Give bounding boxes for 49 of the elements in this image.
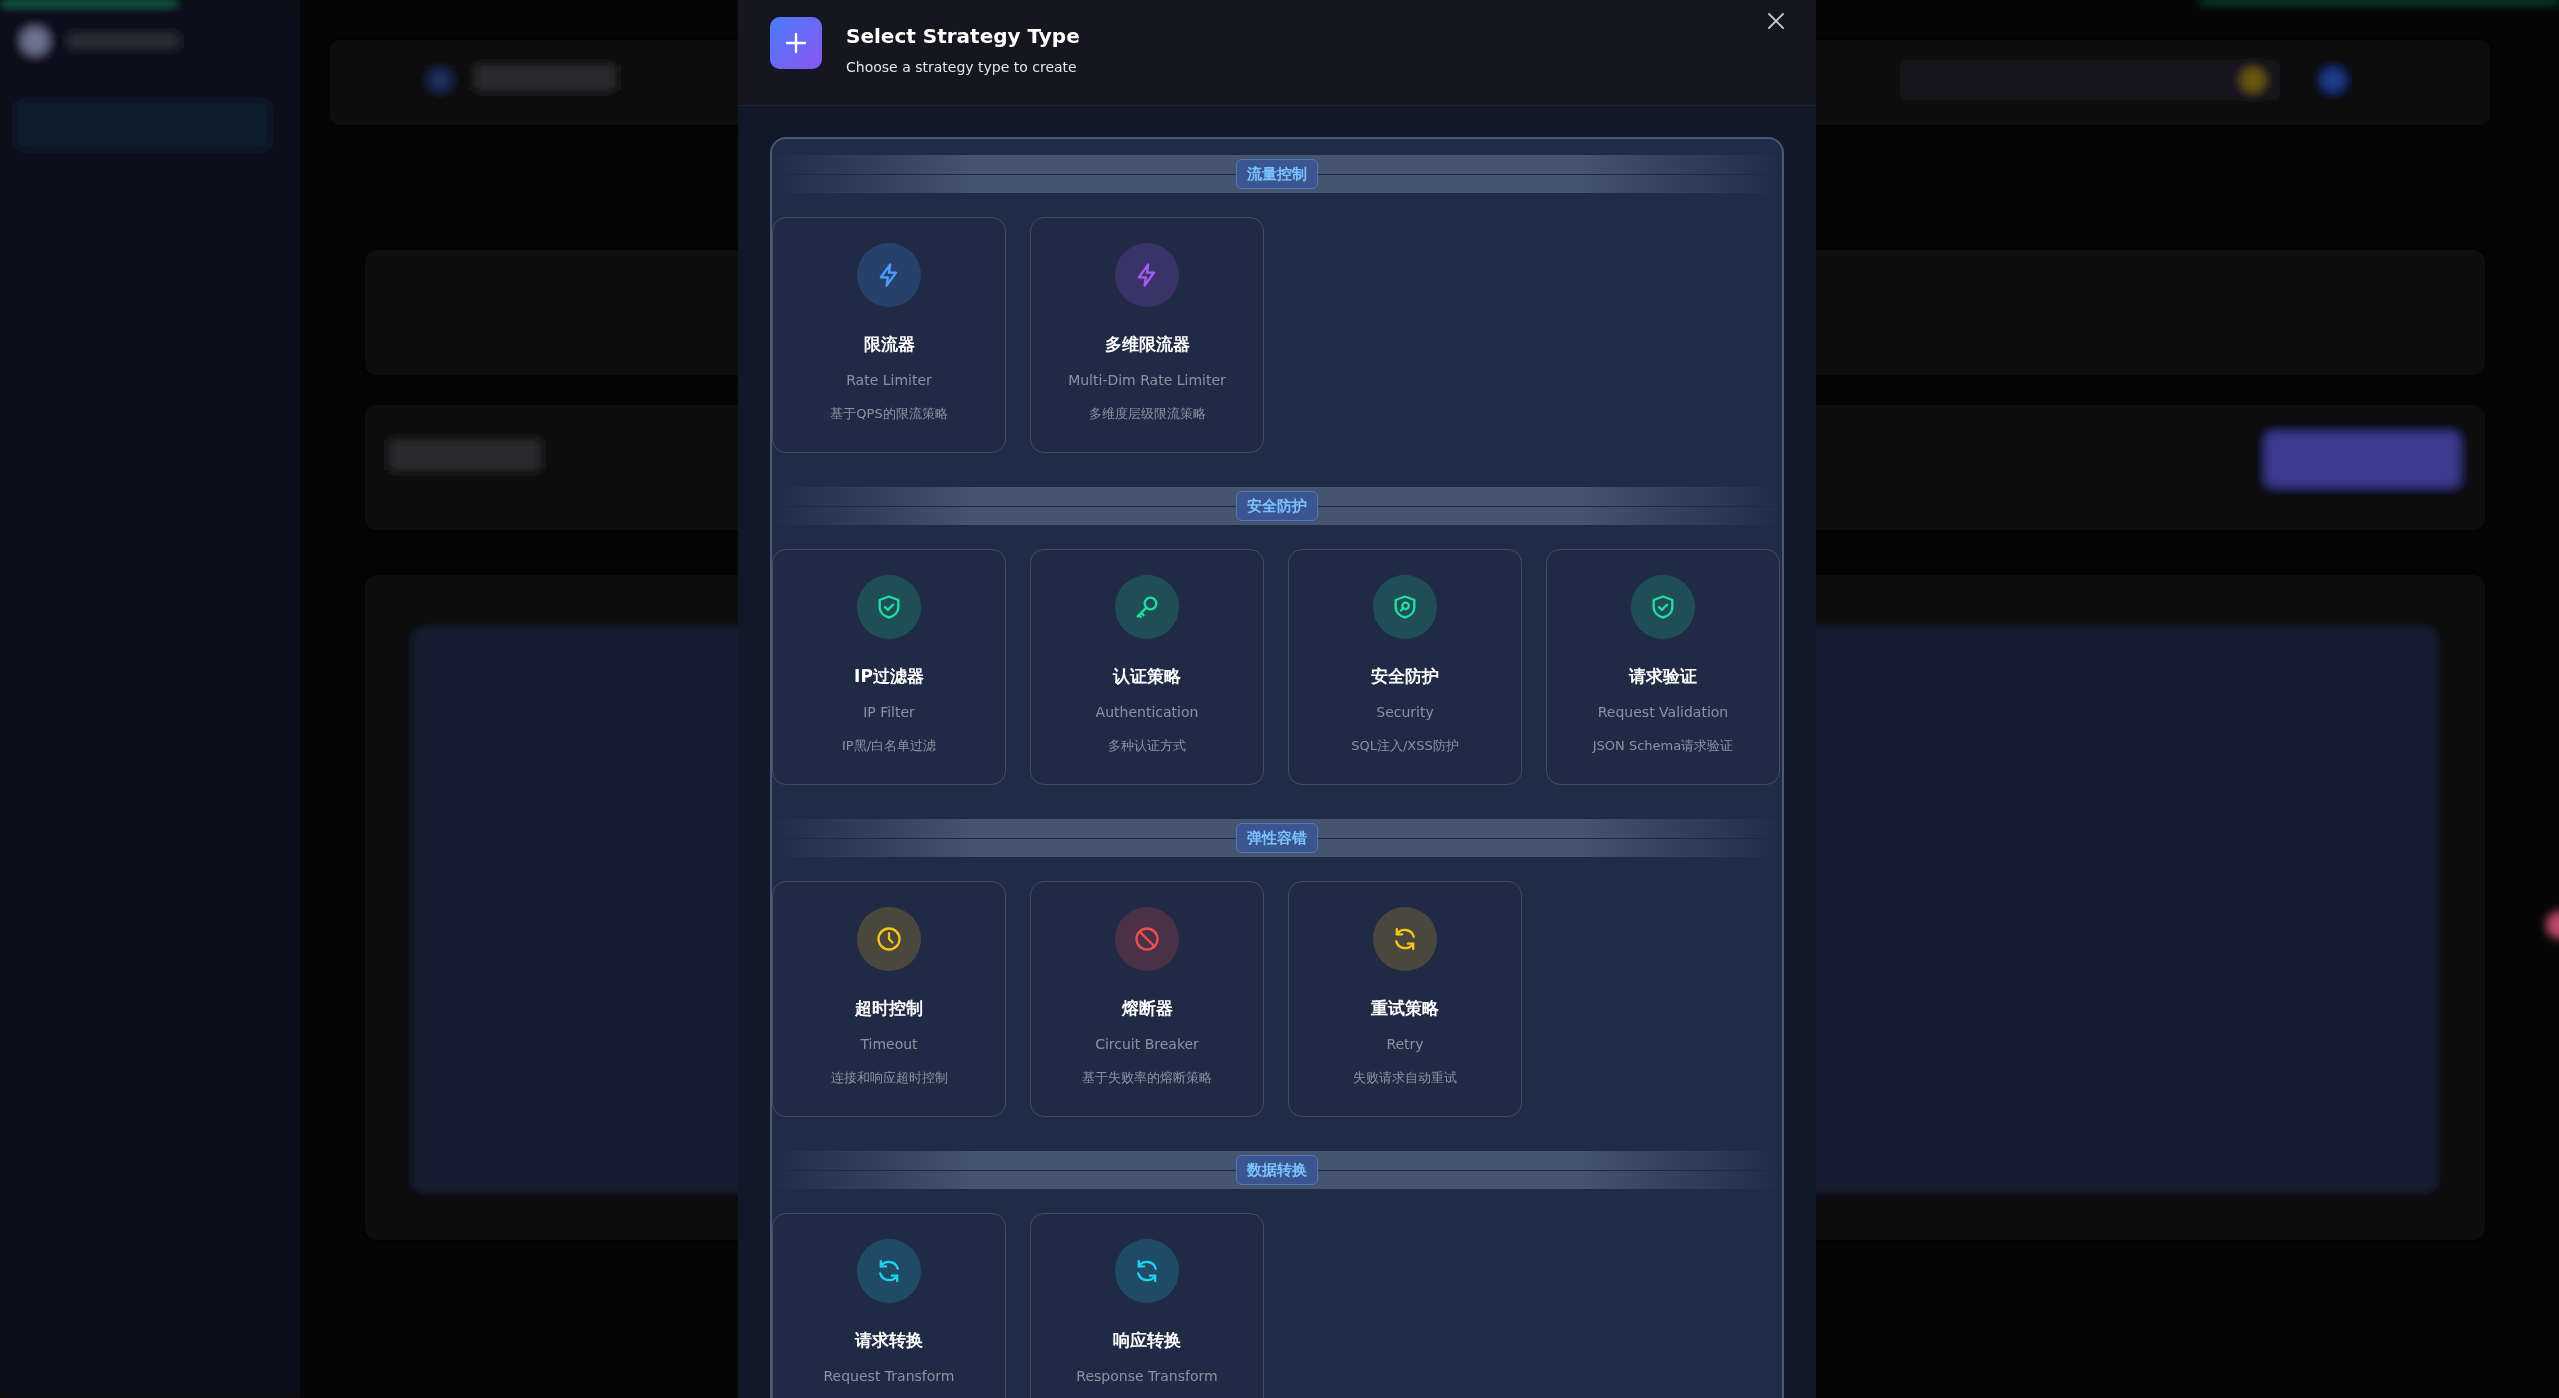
strategy-english-name: Circuit Breaker [1095,1034,1199,1054]
strategy-card[interactable]: 认证策略 Authentication 多种认证方式 [1030,549,1264,785]
strategy-english-name: Authentication [1095,702,1199,722]
strategy-english-name: Response Transform [1076,1366,1218,1386]
strategy-card[interactable]: 熔断器 Circuit Breaker 基于失败率的熔断策略 [1030,881,1264,1117]
strategy-card[interactable]: 重试策略 Retry 失败请求自动重试 [1288,881,1522,1117]
strategy-english-name: Security [1376,702,1434,722]
strategy-description: 多种认证方式 [1108,736,1186,755]
strategy-name: 请求验证 [1629,665,1697,688]
dialog-subtitle: Choose a strategy type to create [846,58,1078,77]
dialog-title: Select Strategy Type [846,23,1080,50]
section-label: 数据转换 [1236,1154,1318,1186]
strategy-description: 基于失败率的熔断策略 [1082,1068,1212,1087]
strategy-english-name: Multi-Dim Rate Limiter [1068,370,1226,390]
strategy-english-name: Rate Limiter [846,370,932,390]
section-label: 流量控制 [1236,158,1318,190]
plus-icon [770,17,822,69]
strategy-name: 响应转换 [1113,1329,1181,1352]
strategy-english-name: Retry [1386,1034,1424,1054]
strategy-description: 多维度层级限流策略 [1088,404,1206,423]
strategy-card[interactable]: 安全防护 Security SQL注入/XSS防护 [1288,549,1522,785]
strategy-english-name: Request Validation [1597,702,1729,722]
strategy-card[interactable]: 请求验证 Request Validation JSON Schema请求验证 [1546,549,1780,785]
strategy-card[interactable]: 多维限流器 Multi-Dim Rate Limiter 多维度层级限流策略 [1030,217,1264,453]
strategy-description: JSON Schema请求验证 [1592,736,1734,755]
strategy-english-name: IP Filter [863,702,915,722]
strategy-card[interactable]: 限流器 Rate Limiter 基于QPS的限流策略 [772,217,1006,453]
strategy-description: 基于QPS的限流策略 [830,404,948,423]
section-label: 弹性容错 [1236,822,1318,854]
strategy-name: 重试策略 [1371,997,1439,1020]
strategy-card[interactable]: IP过滤器 IP Filter IP黑/白名单过滤 [772,549,1006,785]
strategy-name: 多维限流器 [1104,333,1190,356]
strategy-name: IP过滤器 [854,665,924,688]
strategy-card[interactable]: 超时控制 Timeout 连接和响应超时控制 [772,881,1006,1117]
strategy-name: 超时控制 [855,997,923,1020]
strategy-name: 认证策略 [1113,665,1181,688]
strategy-name: 熔断器 [1121,997,1173,1020]
strategy-description: 失败请求自动重试 [1353,1068,1457,1087]
strategy-card[interactable]: 请求转换 Request Transform [772,1213,1006,1398]
strategy-description: IP黑/白名单过滤 [841,736,937,755]
strategy-description: SQL注入/XSS防护 [1351,736,1459,755]
strategy-name: 安全防护 [1371,665,1439,688]
section-label: 安全防护 [1236,490,1318,522]
strategy-card[interactable]: 响应转换 Response Transform [1030,1213,1264,1398]
strategy-name: 请求转换 [855,1329,923,1352]
strategy-english-name: Timeout [860,1034,918,1054]
strategy-english-name: Request Transform [823,1366,955,1386]
strategy-name: 限流器 [863,333,915,356]
strategy-description: 连接和响应超时控制 [830,1068,948,1087]
